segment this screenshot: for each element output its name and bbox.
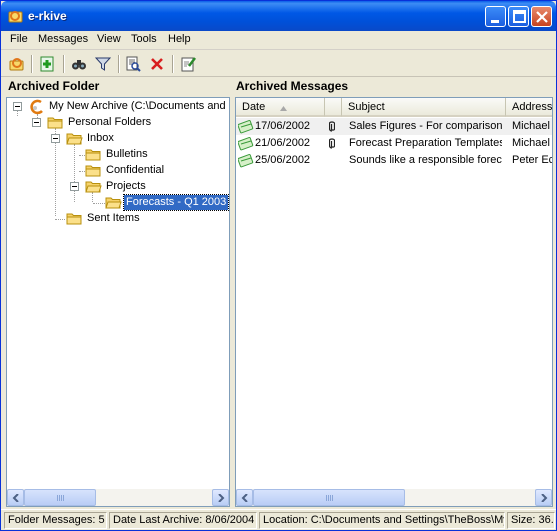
folder-tree[interactable]: My New Archive (C:\Documents and Setting… [6,97,230,507]
status-size: Size: 36.9 [507,512,555,529]
toolbar-separator [31,55,32,73]
scroll-right-button[interactable] [212,489,229,506]
toolbar-separator [118,55,119,73]
tree-node-inbox[interactable]: Inbox [7,131,229,147]
toolbar-separator [63,55,64,73]
menu-file[interactable]: File [7,33,31,45]
scroll-left-button[interactable] [7,489,24,506]
tree-node-personal-folders[interactable]: Personal Folders [7,115,229,131]
close-button[interactable] [531,6,552,27]
tree-node-bulletins[interactable]: Bulletins [7,147,229,163]
title-bar[interactable]: e-rkive [1,1,556,31]
horizontal-scrollbar[interactable] [7,489,229,506]
toolbar-separator [172,55,173,73]
app-logo-icon [8,8,24,24]
column-label-address: Address [512,101,553,113]
tree-label-bulletins: Bulletins [106,148,148,160]
status-location: Location: C:\Documents and Settings\TheB… [259,512,505,529]
menu-bar: File Messages View Tools Help [1,31,556,50]
message-date: 17/06/2002 [255,120,311,132]
message-row[interactable]: 25/06/2002 Sounds like a responsible for… [236,152,553,171]
tree-label-root: My New Archive (C:\Documents and Setting… [49,100,229,112]
column-header-attachment[interactable] [325,98,342,117]
column-header-subject[interactable]: Subject [342,98,506,117]
collapse-icon[interactable] [70,182,79,191]
message-subject: Sounds like a responsible forecast [349,154,502,166]
message-address: Peter Ec [512,154,553,166]
collapse-icon[interactable] [51,134,60,143]
filter-icon[interactable] [93,54,113,74]
folder-icon [66,211,83,229]
message-icon [237,153,254,171]
find-icon[interactable] [69,54,89,74]
column-label-date: Date [242,101,266,113]
horizontal-scrollbar[interactable] [236,489,552,506]
message-list[interactable]: Date Subject Address 17/06/2002 Sales Fi… [235,97,553,507]
main-window: e-rkive File Messages View Tools Help Ar… [0,0,557,531]
window-title: e-rkive [28,9,67,23]
collapse-icon[interactable] [32,118,41,127]
message-address: Michael [512,120,550,132]
message-subject: Forecast Preparation Templates [349,137,502,149]
menu-tools[interactable]: Tools [128,33,160,45]
status-last-archive: Date Last Archive: 8/06/2004 [109,512,257,529]
toolbar [1,51,556,77]
collapse-icon[interactable] [13,102,22,111]
message-address: Michael [512,137,550,149]
menu-view[interactable]: View [94,33,124,45]
scroll-right-button[interactable] [535,489,552,506]
scroll-thumb[interactable] [253,489,405,506]
scroll-left-button[interactable] [236,489,253,506]
open-archive-icon[interactable] [7,54,27,74]
grip-icon [57,495,64,501]
sort-ascending-icon [280,102,287,114]
delete-icon[interactable] [147,54,167,74]
column-header-date[interactable]: Date [236,98,325,117]
view-message-icon[interactable] [123,54,143,74]
add-icon[interactable] [37,54,57,74]
paperclip-icon [328,121,336,135]
message-date: 21/06/2002 [255,137,311,149]
minimize-button[interactable] [485,6,506,27]
archived-messages-heading: Archived Messages [236,79,349,93]
tree-label-confidential: Confidential [106,164,165,176]
message-date: 25/06/2002 [255,154,311,166]
tree-label-sent-items: Sent Items [87,212,140,224]
message-subject: Sales Figures - For comparison [349,120,502,132]
status-folder-messages: Folder Messages: 5 [4,512,107,529]
column-label-subject: Subject [348,101,385,113]
message-row[interactable]: 17/06/2002 Sales Figures - For compariso… [236,118,552,135]
menu-help[interactable]: Help [165,33,194,45]
grip-icon [326,495,333,501]
tree-label-personal-folders: Personal Folders [68,116,152,128]
menu-messages[interactable]: Messages [35,33,91,45]
tree-node-projects[interactable]: Projects [7,179,229,195]
paperclip-icon [328,138,336,152]
tree-label-projects: Projects [106,180,146,192]
scroll-thumb[interactable] [24,489,96,506]
tree-label-forecasts: Forecasts - Q1 2003 [122,194,229,211]
tree-node-confidential[interactable]: Confidential [7,163,229,179]
maximize-button[interactable] [508,6,529,27]
tree-node-sent-items[interactable]: Sent Items [7,211,229,229]
archived-folder-heading: Archived Folder [8,79,100,93]
tree-label-inbox: Inbox [87,132,114,144]
tree-node-forecasts[interactable]: Forecasts - Q1 2003 [7,194,229,211]
tree-node-root[interactable]: My New Archive (C:\Documents and Setting… [7,99,229,115]
edit-icon[interactable] [178,54,198,74]
message-row[interactable]: 21/06/2002 Forecast Preparation Template… [236,135,552,152]
column-header-address[interactable]: Address [506,98,553,117]
status-bar: Folder Messages: 5 Date Last Archive: 8/… [1,509,556,530]
